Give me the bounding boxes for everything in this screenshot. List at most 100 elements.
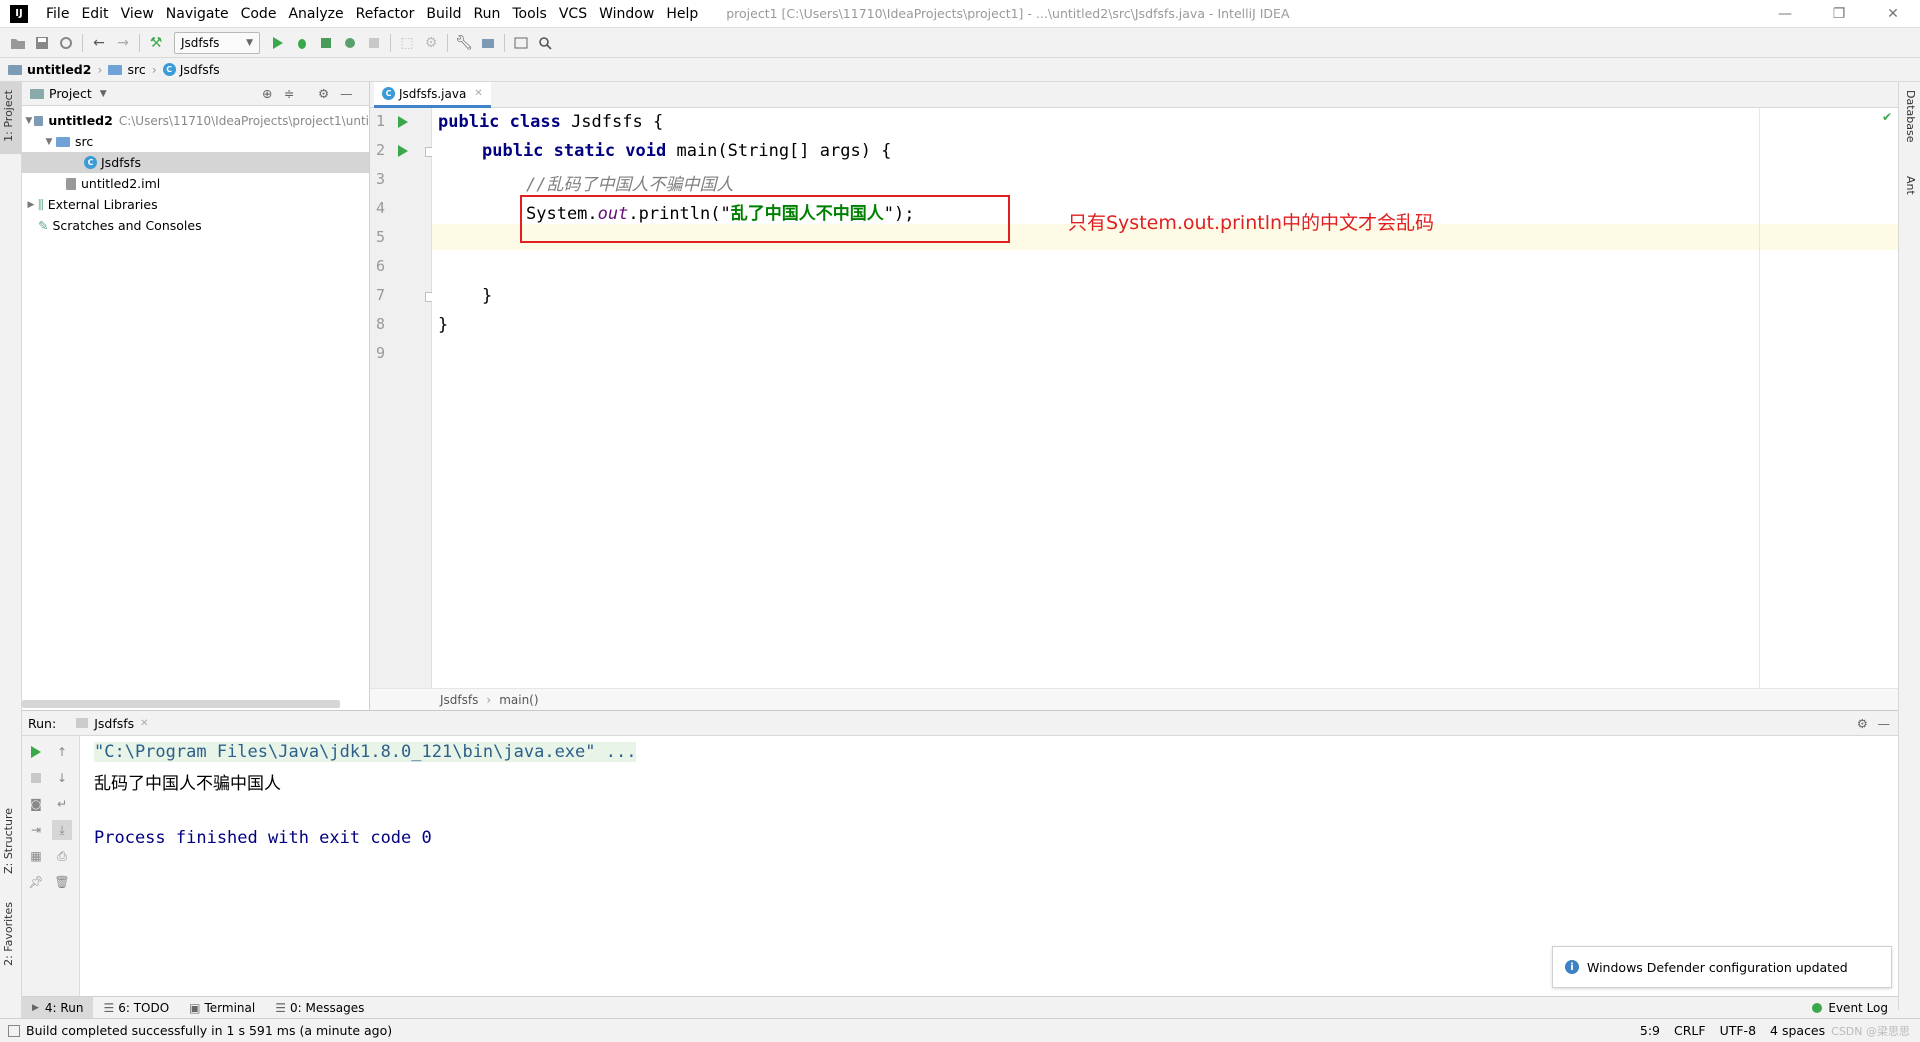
project-view-select[interactable]: Project [49, 86, 92, 101]
inspection-ok-icon[interactable]: ✔ [1882, 110, 1892, 124]
save-all-icon[interactable] [30, 31, 54, 55]
menu-navigate[interactable]: Navigate [160, 6, 235, 22]
file-encoding[interactable]: UTF-8 [1720, 1023, 1756, 1038]
layout-icon[interactable]: ▦ [26, 846, 46, 866]
update-project-icon[interactable]: ⬚ [395, 31, 419, 55]
restore-layout-icon[interactable]: ⇥ [26, 820, 46, 840]
menu-refactor[interactable]: Refactor [350, 6, 421, 22]
code-editor[interactable]: public class Jsdfsfs { public static voi… [432, 108, 1898, 688]
hide-panel-icon[interactable]: — [1878, 716, 1891, 731]
menu-build[interactable]: Build [420, 6, 467, 22]
code-line-3-comment: //乱码了中国人不骗中国人 [526, 175, 734, 195]
menu-tools[interactable]: Tools [506, 6, 553, 22]
tool-tab-todo[interactable]: ☰ 6: TODO [93, 997, 179, 1019]
camera-icon[interactable]: ◙ [26, 794, 46, 814]
tool-tab-structure[interactable]: Z: Structure [2, 808, 15, 874]
menu-window[interactable]: Window [593, 6, 660, 22]
editor-tab-jsdfsfs[interactable]: C Jsdfsfs.java ✕ [374, 82, 491, 108]
rerun-icon[interactable] [26, 742, 46, 762]
nav-crumb-class[interactable]: C Jsdfsfs [162, 62, 220, 77]
class-icon: C [84, 156, 97, 169]
run-gutter-icon[interactable] [398, 116, 408, 128]
tool-tab-database[interactable]: Database [1904, 90, 1917, 143]
stop-icon[interactable] [362, 31, 386, 55]
menu-run[interactable]: Run [468, 6, 507, 22]
coverage-icon[interactable] [314, 31, 338, 55]
chevron-right-icon: › [97, 62, 103, 77]
stop-icon[interactable] [26, 768, 46, 788]
open-folder-icon[interactable] [6, 31, 30, 55]
tree-item-root[interactable]: ▼ untitled2 C:\Users\11710\IdeaProjects\… [22, 110, 369, 131]
chevron-down-icon[interactable]: ▼ [42, 137, 56, 147]
down-arrow-icon[interactable]: ↓ [52, 768, 72, 788]
project-structure-icon[interactable] [476, 31, 500, 55]
soft-wrap-icon[interactable]: ↵ [52, 794, 72, 814]
chevron-right-icon[interactable]: ▶ [24, 200, 38, 210]
nav-crumb-project[interactable]: untitled2 [8, 62, 91, 77]
debug-bug-icon[interactable] [290, 31, 314, 55]
gear-icon[interactable]: ⚙ [1857, 716, 1868, 731]
chevron-down-icon[interactable]: ▼ [100, 89, 107, 99]
minimize-button[interactable]: — [1758, 0, 1812, 28]
print-icon[interactable]: ⎙ [52, 846, 72, 866]
locate-target-icon[interactable]: ⊕ [262, 86, 272, 101]
chevron-down-icon[interactable]: ▼ [24, 116, 34, 126]
notification-balloon[interactable]: i Windows Defender configuration updated [1552, 946, 1892, 988]
terminal-icon[interactable] [509, 31, 533, 55]
scroll-to-end-icon[interactable]: ⤓ [52, 820, 72, 840]
menu-bar: IJ File Edit View Navigate Code Analyze … [0, 0, 1920, 28]
back-arrow-icon[interactable]: ← [87, 31, 111, 55]
close-button[interactable]: ✕ [1866, 0, 1920, 28]
trash-icon[interactable]: 🗑︎ [52, 872, 72, 892]
menu-vcs[interactable]: VCS [553, 6, 593, 22]
indent-setting[interactable]: 4 spaces [1770, 1023, 1825, 1038]
status-message[interactable]: Build completed successfully in 1 s 591 … [26, 1023, 392, 1038]
tree-item-iml[interactable]: untitled2.iml [22, 173, 369, 194]
run-tab[interactable]: Jsdfsfs ✕ [76, 716, 149, 731]
run-icon[interactable] [266, 31, 290, 55]
restore-button[interactable]: ❐ [1812, 0, 1866, 28]
editor-tab-label: Jsdfsfs.java [399, 86, 467, 101]
breadcrumb-method[interactable]: main() [499, 693, 538, 707]
tree-item-src[interactable]: ▼ src [22, 131, 369, 152]
menu-code[interactable]: Code [235, 6, 283, 22]
line-separator[interactable]: CRLF [1674, 1023, 1706, 1038]
gear-icon[interactable]: ⚙ [318, 86, 329, 101]
run-gutter-icon[interactable] [398, 145, 408, 157]
run-configuration-select[interactable]: Jsdfsfs ▼ [174, 31, 260, 54]
tool-tab-run[interactable]: ▶ 4: Run [22, 996, 94, 1019]
status-indicator-icon[interactable] [8, 1024, 20, 1037]
tool-tab-messages[interactable]: ☰ 0: Messages [265, 997, 374, 1019]
menu-edit[interactable]: Edit [75, 6, 114, 22]
menu-file[interactable]: File [40, 6, 75, 22]
tree-item-external-libraries[interactable]: ▶ ⫼ External Libraries [22, 194, 369, 215]
hide-panel-icon[interactable]: — [340, 86, 353, 101]
breadcrumb-class[interactable]: Jsdfsfs [440, 693, 478, 707]
tool-tab-terminal[interactable]: ▣ Terminal [179, 997, 265, 1019]
tree-item-class[interactable]: C Jsdfsfs [22, 152, 369, 173]
tool-tab-event-log[interactable]: Event Log [1802, 997, 1898, 1019]
sync-icon[interactable] [54, 31, 78, 55]
vcs-icon[interactable]: ⚙ [419, 31, 443, 55]
forward-arrow-icon[interactable]: → [111, 31, 135, 55]
close-icon[interactable]: ✕ [140, 718, 148, 729]
menu-analyze[interactable]: Analyze [282, 6, 349, 22]
up-arrow-icon[interactable]: ↑ [52, 742, 72, 762]
tool-tab-ant[interactable]: Ant [1904, 176, 1917, 195]
caret-position[interactable]: 5:9 [1640, 1023, 1660, 1038]
menu-view[interactable]: View [115, 6, 160, 22]
close-icon[interactable]: ✕ [474, 88, 482, 99]
build-hammer-icon[interactable]: ⚒ [144, 31, 168, 55]
menu-help[interactable]: Help [660, 6, 704, 22]
tool-tab-favorites[interactable]: 2: Favorites [2, 902, 15, 966]
pin-icon[interactable]: 📌︎ [26, 872, 46, 892]
nav-crumb-src[interactable]: src [108, 62, 146, 77]
profile-icon[interactable] [338, 31, 362, 55]
console-exit-line: Process finished with exit code 0 [94, 828, 432, 848]
collapse-all-icon[interactable]: ≑ [284, 86, 294, 101]
search-icon[interactable] [533, 31, 557, 55]
tree-item-scratches[interactable]: ✎ Scratches and Consoles [22, 215, 369, 236]
tool-tab-project[interactable]: 1: Project [2, 90, 15, 142]
horizontal-scrollbar[interactable] [22, 700, 340, 708]
settings-wrench-icon[interactable]: 🔧︎ [452, 31, 476, 55]
